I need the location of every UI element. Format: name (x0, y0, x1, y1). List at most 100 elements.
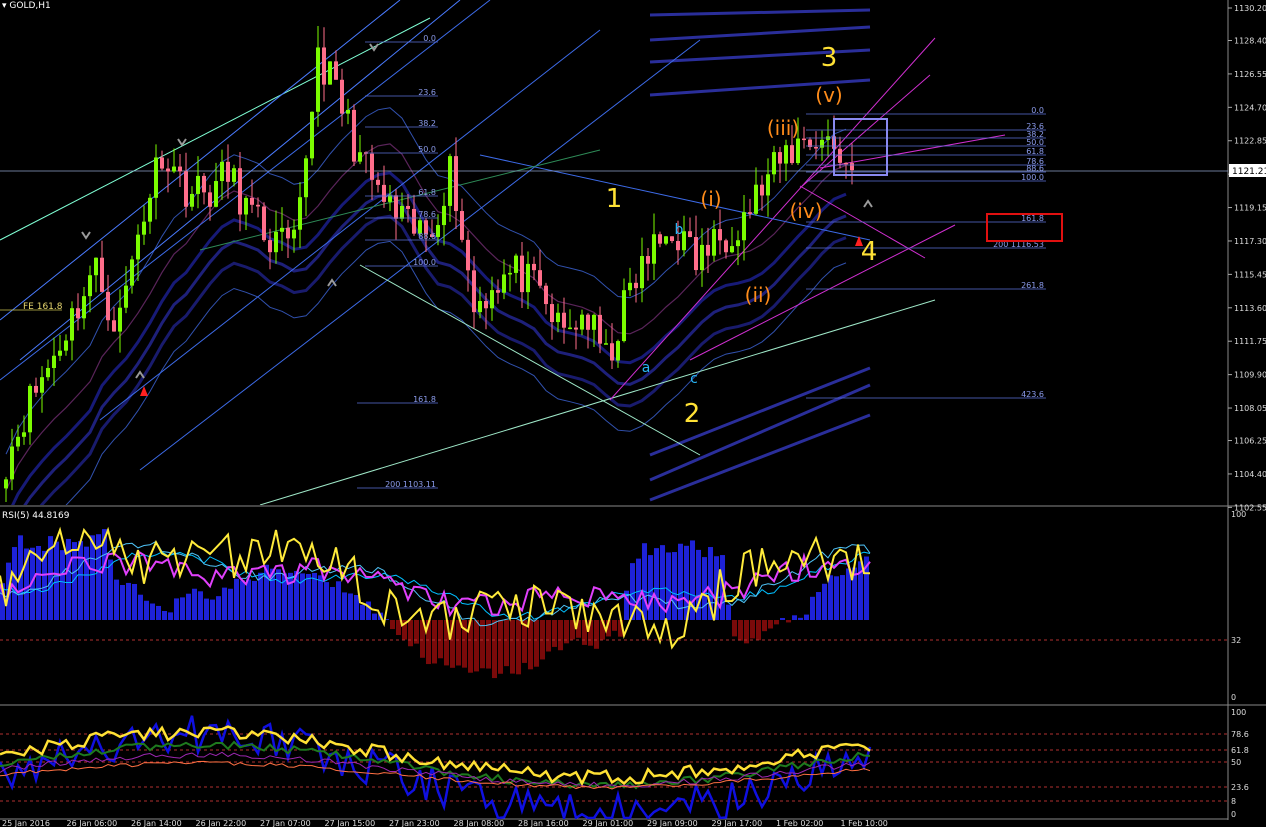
rsi-histogram-bar (438, 620, 443, 659)
fib1-level-label: 78.6 (418, 210, 436, 219)
candle-body (238, 168, 242, 215)
rsi-histogram-bar (240, 580, 245, 620)
candle-body (442, 205, 446, 226)
candle-body (256, 204, 260, 207)
candle-body (712, 229, 716, 256)
fib1-level-label: 0.0 (423, 34, 436, 43)
candle-body (88, 275, 92, 297)
rsi-histogram-bar (786, 620, 791, 623)
fib2-level-label: 161.8 (1021, 214, 1044, 223)
rsi-histogram-bar (672, 552, 677, 620)
candle-body (322, 47, 326, 85)
candle-body (316, 47, 320, 112)
rsi-histogram-bar (234, 578, 239, 620)
rsi-histogram-bar (204, 598, 209, 620)
candle-body (658, 234, 662, 244)
candle-body (490, 290, 494, 309)
wave-label-abc: a (642, 360, 651, 376)
candle-body (304, 158, 308, 198)
rsi-histogram-bar (798, 617, 803, 620)
rsi-histogram-bar (810, 596, 815, 620)
candle-body (544, 285, 548, 305)
rsi-histogram-bar (114, 579, 119, 620)
rsi-histogram-bar (558, 620, 563, 651)
rsi-histogram-bar (150, 603, 155, 620)
candle-body (124, 285, 128, 308)
rsi-histogram-bar (312, 572, 317, 620)
candle-body (196, 175, 200, 194)
rsi-histogram-bar (348, 593, 353, 620)
candle-body (166, 168, 170, 172)
rsi-histogram-bar (90, 535, 95, 620)
candle-body (838, 148, 842, 163)
osc-axis-label: 23.6 (1231, 783, 1249, 792)
candle-body (190, 193, 194, 207)
rsi-histogram-bar (324, 582, 329, 620)
rsi-histogram-bar (246, 579, 251, 620)
rsi-histogram-bar (288, 572, 293, 620)
rsi-histogram-bar (486, 620, 491, 669)
price-axis-label: 1117.30 (1234, 237, 1266, 246)
candle-body (394, 195, 398, 219)
rsi-histogram-bar (408, 620, 413, 647)
candle-body (214, 181, 218, 207)
menu-triangle-icon[interactable]: ▾ (2, 1, 7, 11)
candle-body (298, 197, 302, 230)
candle-body (400, 205, 404, 219)
rsi-histogram-bar (762, 620, 767, 632)
wave-label-minor: (iv) (790, 199, 823, 223)
candle-body (598, 314, 602, 344)
time-axis-label: 26 Jan 22:00 (196, 819, 247, 827)
candle-body (532, 263, 536, 271)
rsi-histogram-bar (276, 569, 281, 620)
rsi-histogram-bar (360, 604, 365, 620)
trading-chart[interactable]: 0.023.638.250.061.878.688.6100.0161.8200… (0, 0, 1266, 827)
candle-body (28, 385, 32, 433)
fib1-level-label: 88.6 (418, 232, 436, 241)
current-price-label: 1121.21 (1232, 167, 1266, 177)
osc-axis-label: 61.8 (1231, 746, 1249, 755)
rsi-histogram-bar (774, 620, 779, 625)
candle-body (748, 212, 752, 214)
candle-body (220, 161, 224, 182)
rsi-histogram-bar (546, 620, 551, 652)
rsi-histogram-bar (732, 620, 737, 637)
candle-body (694, 237, 698, 271)
candle-body (754, 184, 758, 214)
price-axis-label: 1108.05 (1234, 404, 1266, 413)
candle-body (772, 152, 776, 175)
candle-body (70, 308, 74, 341)
time-axis-label: 29 Jan 09:00 (647, 819, 698, 827)
rsi-histogram-bar (612, 620, 617, 631)
candle-body (526, 263, 530, 293)
candle-body (148, 197, 152, 222)
candle-body (280, 227, 284, 232)
candle-body (34, 385, 38, 393)
candle-body (736, 240, 740, 247)
fib2-level-label: 100.0 (1021, 173, 1044, 182)
rsi-histogram-bar (750, 620, 755, 639)
candle-body (718, 229, 722, 241)
candle-body (616, 341, 620, 361)
candle-body (514, 255, 518, 273)
candle-body (22, 432, 26, 437)
candle-body (52, 355, 56, 368)
rsi-histogram-bar (780, 617, 785, 620)
candle-body (610, 343, 614, 361)
candle-body (100, 257, 104, 292)
time-axis-label: 1 Feb 10:00 (841, 819, 888, 827)
time-axis-label: 25 Jan 2016 (2, 819, 50, 827)
rsi-histogram-bar (120, 584, 125, 620)
candle-body (376, 179, 380, 185)
rsi-histogram-bar (162, 610, 167, 620)
candle-body (622, 290, 626, 342)
candle-body (274, 231, 278, 253)
fib2-level-label: 423.6 (1021, 390, 1044, 399)
time-axis-label: 28 Jan 08:00 (454, 819, 505, 827)
time-axis-label: 29 Jan 17:00 (712, 819, 763, 827)
rsi-histogram-bar (78, 541, 83, 620)
rsi-histogram-bar (474, 620, 479, 672)
rsi-histogram-bar (804, 614, 809, 620)
candle-body (670, 236, 674, 242)
rsi-histogram-bar (756, 620, 761, 641)
